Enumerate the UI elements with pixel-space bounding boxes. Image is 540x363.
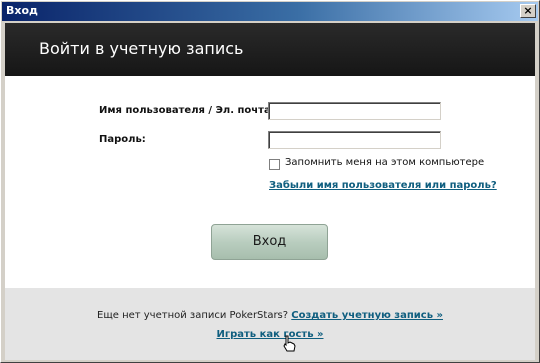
- close-icon: ×: [523, 4, 533, 17]
- close-button[interactable]: ×: [520, 4, 536, 18]
- password-input[interactable]: [268, 131, 441, 149]
- window-title: Вход: [6, 4, 38, 17]
- no-account-text: Еще нет учетной записи PokerStars?: [97, 310, 289, 321]
- footer-panel: Еще нет учетной записи PokerStars? Созда…: [5, 288, 535, 360]
- signup-prompt: Еще нет учетной записи PokerStars? Созда…: [5, 310, 535, 321]
- password-label: Пароль:: [99, 134, 146, 145]
- header-banner: Войти в учетную запись: [5, 23, 535, 76]
- play-as-guest-link[interactable]: Играть как гость »: [217, 329, 324, 340]
- remember-me-checkbox[interactable]: [269, 159, 280, 170]
- login-window: Вход × Войти в учетную запись Имя пользо…: [0, 0, 540, 363]
- login-button[interactable]: Вход: [211, 224, 328, 260]
- forgot-credentials-link[interactable]: Забыли имя пользователя или пароль?: [269, 180, 497, 191]
- login-form: Имя пользователя / Эл. почта: Пароль: За…: [5, 76, 535, 288]
- create-account-link[interactable]: Создать учетную запись »: [291, 310, 443, 321]
- username-label: Имя пользователя / Эл. почта:: [99, 105, 275, 116]
- title-bar[interactable]: Вход ×: [2, 2, 538, 21]
- hand-pointer-icon: [283, 335, 296, 352]
- guest-row: Играть как гость »: [5, 329, 535, 340]
- remember-me-label[interactable]: Запомнить меня на этом компьютере: [285, 157, 484, 168]
- page-title: Войти в учетную запись: [39, 39, 244, 58]
- username-input[interactable]: [268, 102, 441, 120]
